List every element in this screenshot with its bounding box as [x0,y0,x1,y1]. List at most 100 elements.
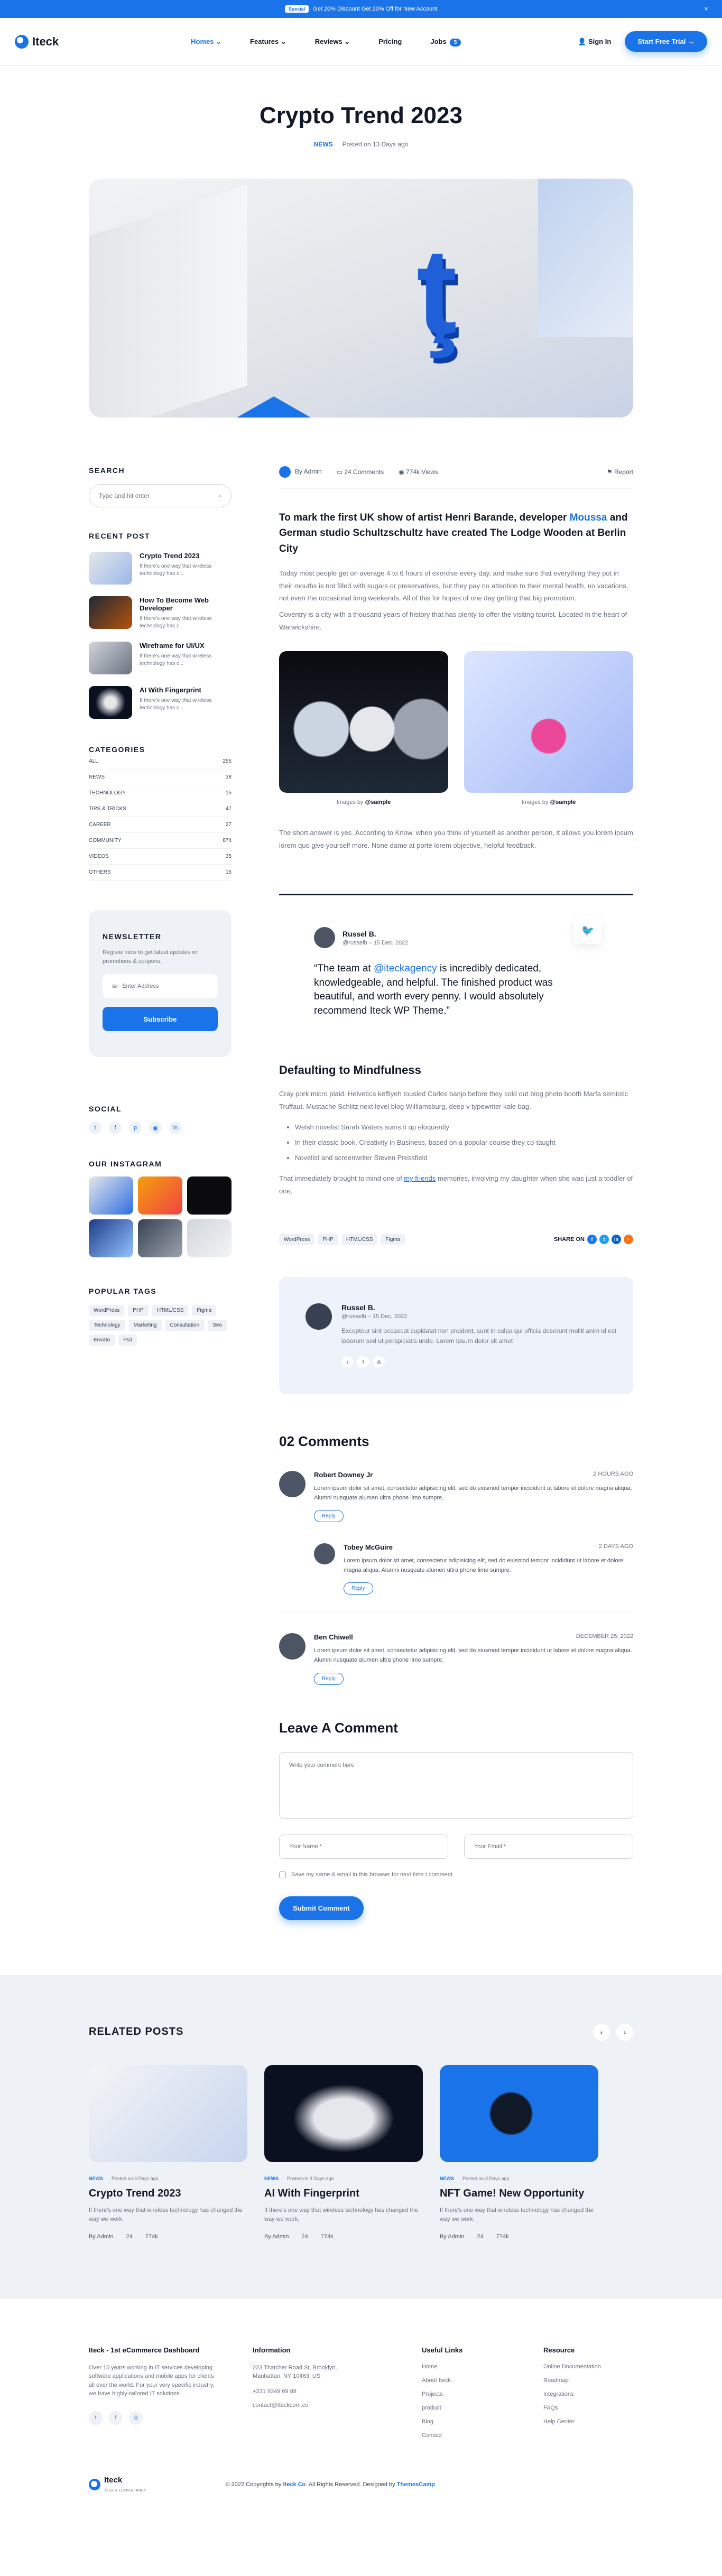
sign-in-link[interactable]: 👤 Sign In [578,38,611,46]
instagram-photo[interactable] [187,1176,232,1215]
instagram-photo[interactable] [89,1219,133,1257]
facebook-icon[interactable]: f [109,1122,122,1134]
github-icon[interactable]: ◉ [149,1122,162,1134]
footer-link[interactable]: Blog [422,2419,543,2425]
tag-chip[interactable]: WordPress [279,1234,315,1245]
submit-comment-button[interactable]: Submit Comment [279,1896,364,1920]
reply-button[interactable]: Reply [314,1672,344,1685]
footer-link[interactable]: FAQs [543,2405,601,2411]
tag-chip[interactable]: Marketing [128,1320,162,1331]
pinterest-icon[interactable]: p [129,1122,142,1134]
twitter-icon[interactable]: t [599,1235,609,1245]
tag-chip[interactable]: WordPress [89,1305,125,1316]
caption-credit[interactable]: @sample [365,799,391,805]
footer-link[interactable]: Contact [422,2432,543,2439]
tag-chip[interactable]: PHP [128,1305,149,1316]
inline-link[interactable]: my friends [404,1174,436,1182]
author-link[interactable]: By Admin [279,466,322,478]
globe-icon[interactable]: ◎ [373,1356,385,1368]
category-item[interactable]: TIPS & TRICKS 47 [89,801,232,817]
facebook-icon[interactable]: f [109,2411,123,2425]
twitter-icon[interactable]: 🐦 [574,916,601,944]
footer-email[interactable]: contact@Iteckcom.co [253,2402,422,2408]
tag-chip[interactable]: Figma [381,1234,405,1245]
twitter-icon[interactable]: t [89,2411,103,2425]
reply-button[interactable]: Reply [344,1582,373,1595]
nav-jobs[interactable]: Jobs 5 [430,38,461,47]
start-trial-button[interactable]: Start Free Trial → [625,31,707,52]
tag-chip[interactable]: Envato [89,1335,115,1346]
category-item[interactable]: ALL 255 [89,754,232,770]
nav-pricing[interactable]: Pricing [378,38,402,46]
instagram-icon[interactable]: ◎ [129,2411,143,2425]
site-logo[interactable]: Iteck [15,34,59,49]
footer-logo[interactable]: Iteck TECH & CONSULTANCY [89,2476,146,2494]
caption-credit[interactable]: @sample [550,799,576,805]
recent-post[interactable]: Wireframe for UI/UX If there's one way th… [89,642,232,674]
instagram-photo[interactable] [187,1219,232,1257]
related-card[interactable]: NEWS Posted on 3 Days ago NFT Game! New O… [440,2064,598,2240]
rss-icon[interactable]: ◔ [624,1235,633,1245]
nav-reviews[interactable]: Reviews ⌄ [315,38,350,46]
twitter-icon[interactable]: t [341,1356,353,1368]
search-input[interactable]: Type and hit enter ⌕ [89,484,232,507]
facebook-icon[interactable]: f [357,1356,369,1368]
twitter-icon[interactable]: t [89,1122,101,1134]
nav-features[interactable]: Features ⌄ [250,38,286,46]
tag-chip[interactable]: Consultation [165,1320,205,1331]
comment-textarea[interactable]: Write your comment here [279,1752,633,1819]
footer-link[interactable]: Roadmap [543,2377,601,2384]
linkedin-icon[interactable]: in [169,1122,182,1134]
facebook-icon[interactable]: f [587,1235,597,1245]
category-item[interactable]: NEWS 38 [89,770,232,785]
nav-homes[interactable]: Homes ⌄ [191,38,221,46]
footer-link[interactable]: Home [422,2364,543,2370]
quote-mention[interactable]: @iteckagency [374,963,437,974]
lead-highlight[interactable]: Moussa [570,512,607,523]
footer-link[interactable]: Projects [422,2391,543,2397]
recent-post[interactable]: How To Become Web Developer If there's on… [89,596,232,630]
newsletter-email-field[interactable]: ✉ Enter Address [103,974,218,998]
reply-button[interactable]: Reply [314,1510,344,1523]
subscribe-button[interactable]: Subscribe [103,1007,218,1031]
tag-chip[interactable]: Technology [89,1320,125,1331]
instagram-photo[interactable] [138,1219,182,1257]
footer-link[interactable]: product [422,2405,543,2411]
category-item[interactable]: TECHNOLOGY 15 [89,785,232,801]
comments-count[interactable]: ▭ 24 Comments [337,468,384,476]
tag-chip[interactable]: Psd [118,1335,137,1346]
linkedin-icon[interactable]: in [612,1235,621,1245]
close-icon[interactable]: × [704,5,708,13]
footer-link[interactable]: Help Center [543,2419,601,2425]
category-item[interactable]: COMMUNITY 874 [89,833,232,849]
category-item[interactable]: CAREER 27 [89,817,232,833]
copy-designer[interactable]: ThemesCamp [397,2481,435,2488]
footer-link[interactable]: Integrations [543,2391,601,2397]
copy-brand[interactable]: Iteck Co [283,2481,306,2488]
related-card[interactable]: NEWS Posted on 3 Days ago AI With Fingerp… [264,2064,423,2240]
tag-chip[interactable]: Seo [208,1320,227,1331]
tag-chip[interactable]: HTML/CSS [341,1234,378,1245]
chevron-right-icon[interactable]: › [616,2023,633,2041]
footer-link[interactable]: About Iteck [422,2377,543,2384]
tezos-logo-icon: ţ [416,223,457,359]
instagram-photo[interactable] [89,1176,133,1215]
tag-chip[interactable]: Figma [192,1305,217,1316]
recent-post[interactable]: AI With Fingerprint If there's one way th… [89,686,232,719]
category-item[interactable]: VIDEOS 35 [89,849,232,865]
category-item[interactable]: OTHERS 15 [89,865,232,881]
chevron-left-icon[interactable]: ‹ [593,2023,610,2041]
footer-phone[interactable]: +231 9349 69 88 [253,2388,422,2395]
category-count: 38 [225,774,232,780]
tag-chip[interactable]: HTML/CSS [152,1305,189,1316]
instagram-photo[interactable] [138,1176,182,1215]
related-card[interactable]: NEWS Posted on 3 Days ago Crypto Trend 20… [89,2064,247,2240]
email-field[interactable]: Your Email * [464,1834,633,1859]
footer-link[interactable]: Online Documentation [543,2364,601,2370]
recent-post[interactable]: Crypto Trend 2023 If there's one way that… [89,552,232,585]
tag-chip[interactable]: PHP [318,1234,338,1245]
name-field[interactable]: Your Name * [279,1834,448,1859]
report-link[interactable]: ⚑ Report [607,468,633,476]
save-checkbox[interactable] [279,1871,286,1878]
post-category[interactable]: NEWS [314,141,333,148]
